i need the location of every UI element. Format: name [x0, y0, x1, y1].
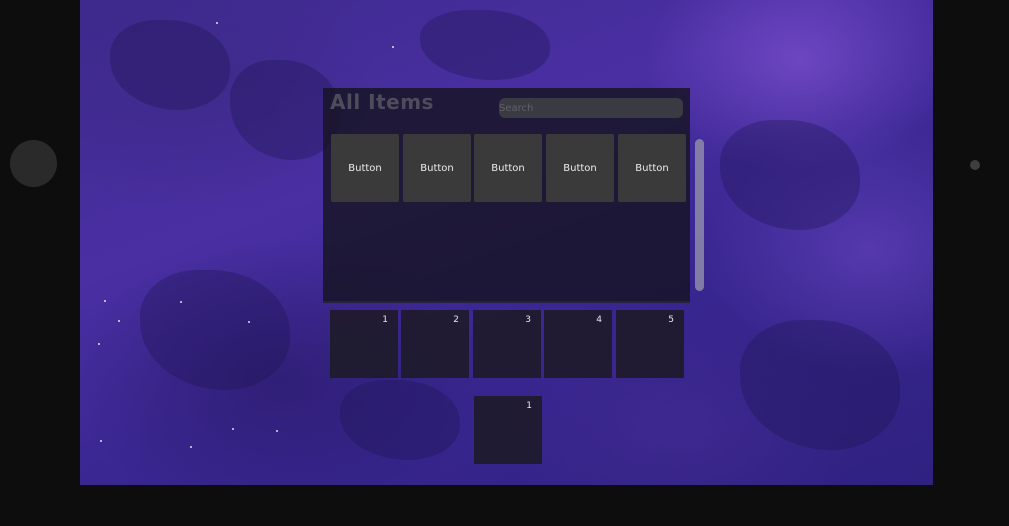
slot-number: 4	[596, 315, 602, 325]
slot-number: 5	[668, 315, 674, 325]
search-input[interactable]	[499, 98, 683, 118]
item-button-5[interactable]: Button	[618, 134, 686, 202]
star	[248, 321, 250, 323]
star	[232, 428, 234, 430]
item-button-3[interactable]: Button	[474, 134, 542, 202]
star	[216, 22, 218, 24]
item-button-1[interactable]: Button	[331, 134, 399, 202]
joystick-left[interactable]	[10, 140, 57, 187]
hotbar-slot-1[interactable]: 1	[330, 310, 398, 378]
slot-number: 3	[525, 315, 531, 325]
inventory-title: All Items	[330, 90, 434, 114]
asteroid-rock	[720, 120, 860, 230]
star	[100, 440, 102, 442]
asteroid-rock	[340, 380, 460, 460]
star	[276, 430, 278, 432]
hotbar-slot-4[interactable]: 4	[544, 310, 612, 378]
star	[190, 446, 192, 448]
inventory-panel: All Items Button Button Button Button Bu…	[323, 88, 690, 303]
star	[118, 320, 120, 322]
equipped-slot[interactable]: 1	[474, 396, 542, 464]
slot-number: 1	[526, 401, 532, 411]
status-dot	[970, 160, 980, 170]
asteroid-rock	[110, 20, 230, 110]
asteroid-rock	[420, 10, 550, 80]
star	[98, 343, 100, 345]
slot-number: 2	[453, 315, 459, 325]
item-button-4[interactable]: Button	[546, 134, 614, 202]
hotbar-slot-3[interactable]: 3	[473, 310, 541, 378]
asteroid-rock	[740, 320, 900, 450]
inventory-scrollbar[interactable]	[695, 139, 704, 291]
slot-number: 1	[382, 315, 388, 325]
hotbar-slot-2[interactable]: 2	[401, 310, 469, 378]
asteroid-rock	[140, 270, 290, 390]
star	[104, 300, 106, 302]
hotbar-slot-5[interactable]: 5	[616, 310, 684, 378]
star	[392, 46, 394, 48]
star	[180, 301, 182, 303]
item-button-2[interactable]: Button	[403, 134, 471, 202]
